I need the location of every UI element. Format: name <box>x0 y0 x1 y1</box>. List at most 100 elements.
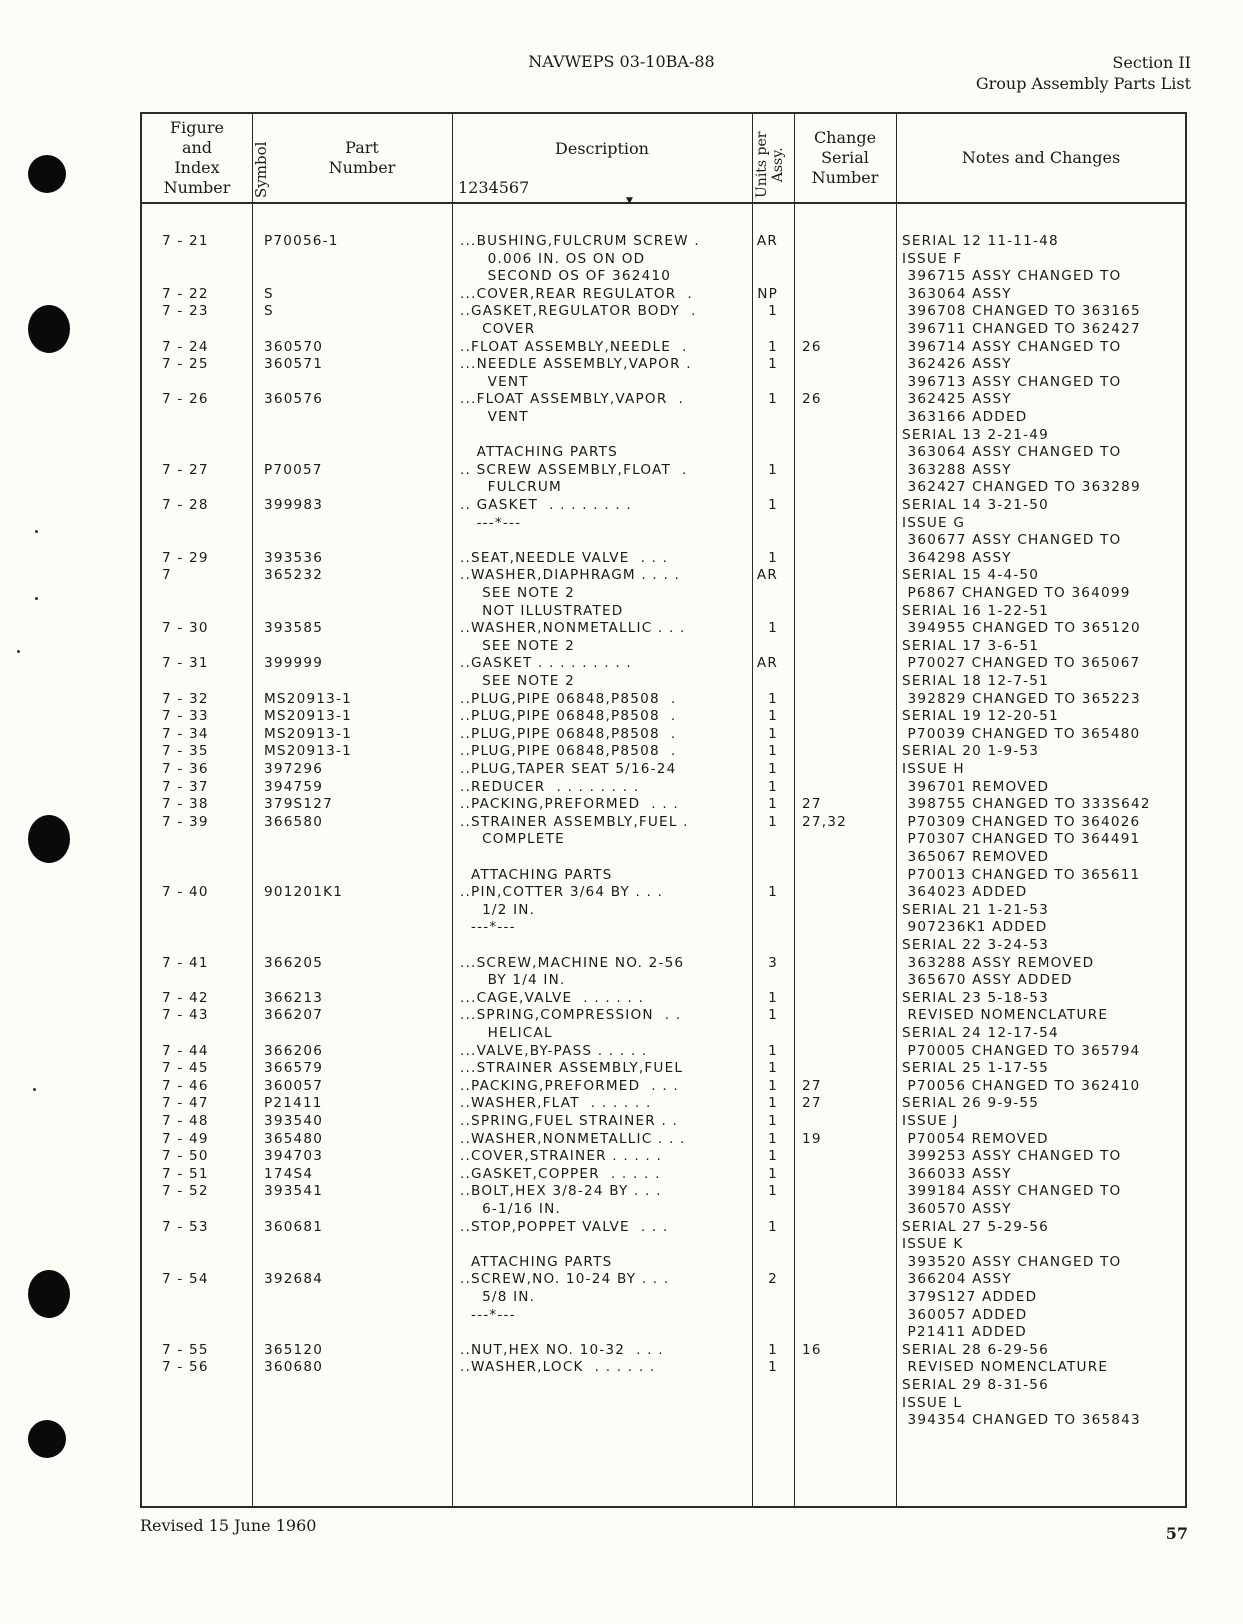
index-number: 7 - 39 <box>162 813 209 830</box>
description: ATTACHING PARTS <box>460 444 618 461</box>
index-number: 7 - 47 <box>162 1095 209 1112</box>
note-line: SERIAL 27 5-29-56 <box>902 1218 1049 1235</box>
note-line: P70013 CHANGED TO 365611 <box>902 866 1141 883</box>
index-number: 7 - 28 <box>162 497 209 513</box>
index-number: 7 - 43 <box>162 1007 209 1024</box>
header-divider <box>142 202 1185 204</box>
units-per-assy: 1 <box>768 497 778 513</box>
units-per-assy: 1 <box>768 1060 778 1077</box>
binder-hole <box>28 815 70 863</box>
change-serial: 27 <box>802 1077 822 1094</box>
note-line: 394955 CHANGED TO 365120 <box>902 620 1141 637</box>
units-per-assy: 1 <box>768 743 778 760</box>
index-number: 7 - 29 <box>162 549 209 566</box>
index-number: 7 - 35 <box>162 743 209 760</box>
units-per-assy <box>738 514 778 532</box>
description-indent-scale: 1234567 <box>458 178 530 197</box>
units-per-assy: 1 <box>768 461 778 478</box>
description: NOT ILLUSTRATED <box>460 602 624 619</box>
index-number: 7 - 49 <box>162 1130 209 1147</box>
units-per-assy <box>738 320 778 338</box>
note-line: P70309 CHANGED TO 364026 <box>902 813 1141 830</box>
part-number: S <box>264 285 274 302</box>
index-number: 7 - 53 <box>162 1218 209 1235</box>
units-per-assy: 1 <box>768 989 778 1006</box>
part-number: P70057 <box>264 461 323 478</box>
part-number: 366206 <box>264 1042 324 1059</box>
units-per-assy <box>738 531 778 549</box>
units-per-assy: 1 <box>768 884 778 901</box>
units-per-assy: 1 <box>768 690 778 707</box>
units-per-assy: 1 <box>768 778 778 795</box>
section-number: Section II <box>1112 53 1191 72</box>
units-per-assy <box>738 426 778 444</box>
revision-date: Revised 15 June 1960 <box>140 1516 317 1535</box>
units-per-assy: 1 <box>768 303 778 320</box>
units-per-assy <box>738 1235 778 1253</box>
header-part-number: Part Number <box>328 138 396 177</box>
note-line: SERIAL 15 4-4-50 <box>902 567 1040 584</box>
note-line: 360057 ADDED <box>902 1306 1028 1323</box>
column-divider <box>794 114 795 1506</box>
units-per-assy: AR <box>756 655 778 672</box>
units-per-assy <box>738 637 778 655</box>
units-per-assy <box>738 901 778 919</box>
binder-hole <box>28 1270 70 1318</box>
note-line: 363064 ASSY <box>902 285 1012 302</box>
part-number: S <box>264 303 274 320</box>
index-number: 7 - 38 <box>162 796 209 813</box>
units-per-assy: 1 <box>768 1359 778 1376</box>
units-per-assy <box>738 267 778 285</box>
section-heading: Section II Group Assembly Parts List <box>976 52 1191 94</box>
index-number: 7 - 21 <box>162 233 209 249</box>
description: ..STOP,POPPET VALVE . . . <box>460 1218 669 1235</box>
part-number: 365480 <box>264 1130 324 1147</box>
note-line: P70027 CHANGED TO 365067 <box>902 655 1141 672</box>
note-line: ISSUE J <box>902 1113 959 1129</box>
units-per-assy: 1 <box>768 1165 778 1182</box>
description: ...SPRING,COMPRESSION . . <box>460 1007 682 1024</box>
note-line: SERIAL 17 3-6-51 <box>902 637 1040 654</box>
units-per-assy <box>738 866 778 884</box>
part-number: 393541 <box>264 1183 324 1200</box>
description: ..PLUG,TAPER SEAT 5/16-24 <box>460 761 677 777</box>
index-number: 7 - 50 <box>162 1148 209 1165</box>
note-line: SERIAL 16 1-22-51 <box>902 602 1049 619</box>
note-line: ISSUE K <box>902 1236 964 1253</box>
units-per-assy: 1 <box>768 1007 778 1024</box>
description: ...NEEDLE ASSEMBLY,VAPOR . <box>460 356 692 373</box>
units-per-assy <box>738 1288 778 1306</box>
index-number: 7 - 45 <box>162 1060 209 1077</box>
note-line: 396714 ASSY CHANGED TO <box>902 338 1122 355</box>
header-notes: Notes and Changes <box>961 148 1121 167</box>
units-per-assy <box>738 971 778 989</box>
units-per-assy: 1 <box>768 549 778 566</box>
description: ..WASHER,LOCK . . . . . . <box>460 1359 656 1376</box>
description: ..SPRING,FUEL STRAINER . . <box>460 1113 679 1129</box>
description: ..GASKET,COPPER . . . . . <box>460 1165 661 1182</box>
note-line: SERIAL 24 12-17-54 <box>902 1025 1059 1041</box>
note-line: SERIAL 20 1-9-53 <box>902 743 1040 760</box>
units-per-assy: 1 <box>768 813 778 830</box>
units-per-assy <box>738 478 778 496</box>
units-per-assy: 1 <box>768 338 778 355</box>
note-line: 396708 CHANGED TO 363165 <box>902 303 1141 320</box>
note-line: SERIAL 25 1-17-55 <box>902 1060 1049 1077</box>
units-per-assy <box>738 408 778 426</box>
note-line: 362426 ASSY <box>902 356 1012 373</box>
description: ..PLUG,PIPE 06848,P8508 . <box>460 743 677 760</box>
note-line: 399184 ASSY CHANGED TO <box>902 1183 1122 1200</box>
description: .. GASKET . . . . . . . . <box>460 497 632 513</box>
part-number: 360576 <box>264 391 324 408</box>
note-line: SERIAL 21 1-21-53 <box>902 901 1049 918</box>
units-per-assy <box>738 1323 778 1341</box>
description: VENT <box>460 409 529 425</box>
description: SEE NOTE 2 <box>460 637 575 654</box>
index-number: 7 <box>162 567 172 584</box>
section-title: Group Assembly Parts List <box>975 74 1191 93</box>
description: ..GASKET,REGULATOR BODY . <box>460 303 697 320</box>
change-serial: 19 <box>802 1130 822 1147</box>
note-line: SERIAL 23 5-18-53 <box>902 989 1049 1006</box>
units-per-assy <box>738 584 778 602</box>
part-number: 360571 <box>264 356 324 373</box>
